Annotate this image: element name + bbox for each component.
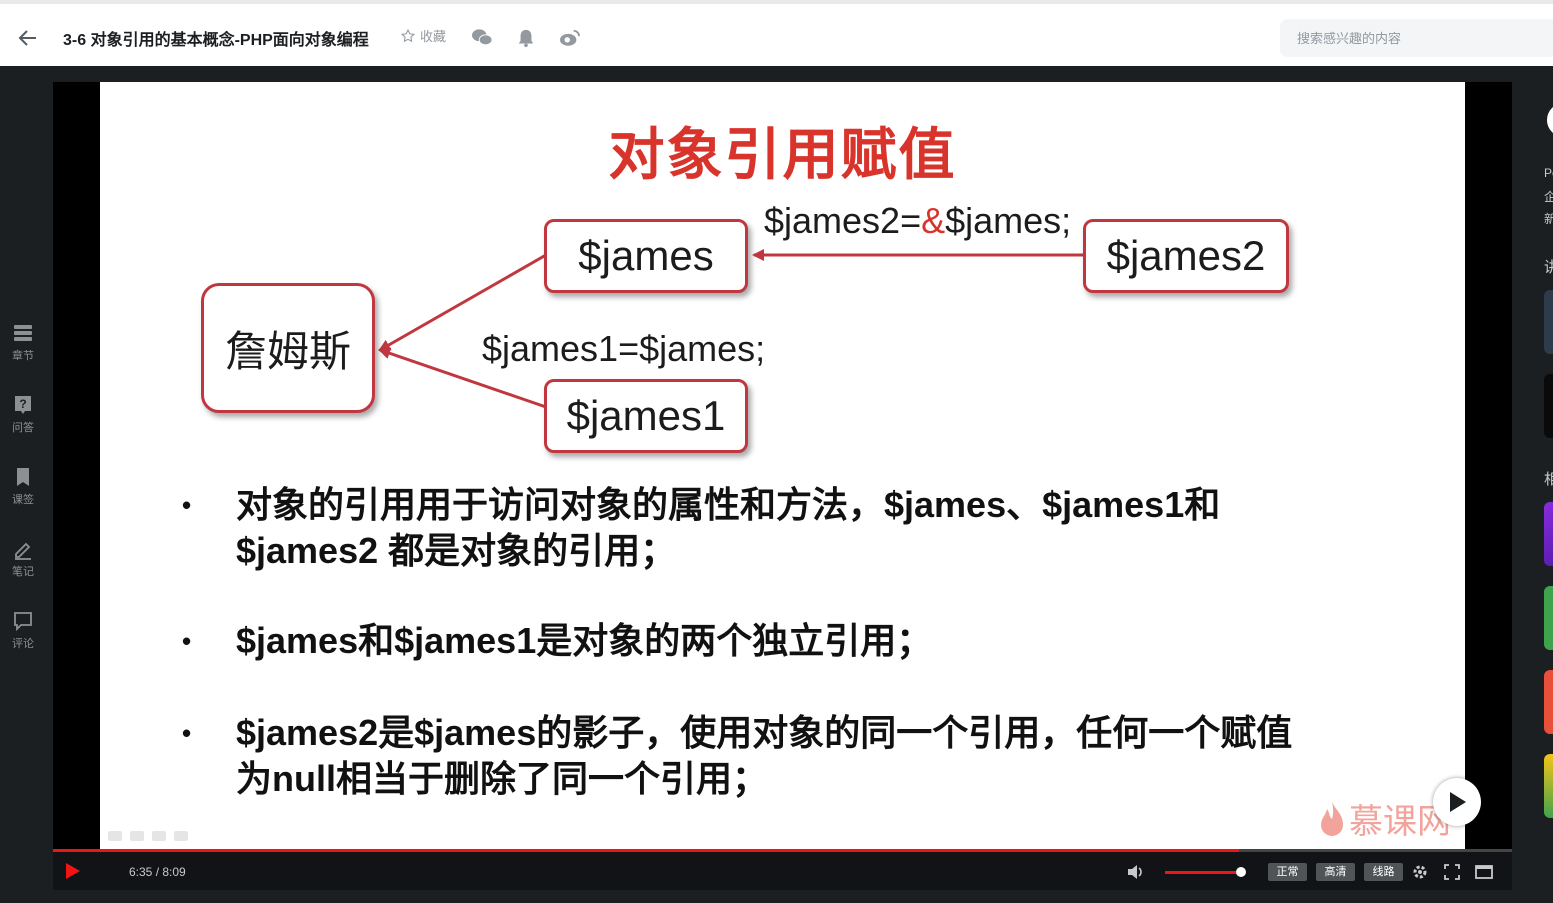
object-box: 詹姆斯 [201,283,375,413]
volume-icon[interactable] [1127,864,1145,880]
control-bar: 6:35 / 8:09 正常 高清 线路 [53,852,1512,890]
sidebar-item-label: 问答 [12,422,34,434]
right-panel-text: Pe [1544,166,1553,180]
wechat-icon[interactable] [471,28,493,48]
assign-by-reference-label: $james2=&$james; [764,200,1072,241]
ref-label: $james2 [1106,232,1266,279]
flame-icon [1321,800,1343,836]
sidebar-item-label: 课签 [12,494,34,506]
star-icon [400,28,416,42]
right-panel-heading: 讲 [1544,259,1553,276]
sidebar-item-qa[interactable]: ? 问答 [0,394,46,450]
course-thumbnail[interactable] [1544,670,1553,734]
ref-box-james: $james [544,219,748,293]
question-icon: ? [15,396,31,414]
bullet-item: • $james和$james1是对象的两个独立引用； [182,620,933,661]
svg-text:?: ? [19,397,26,411]
right-panel: Pe 企 新 讲 相 [1530,66,1553,903]
bullet-item: • $james2是$james的影子，使用对象的同一个引用，任何一个赋值 为nu… [182,712,1293,799]
volume-knob[interactable] [1236,867,1246,877]
fullscreen-icon[interactable] [1443,863,1461,881]
video-player[interactable]: 对象引用赋值 詹姆斯 $james $james1 $james2 $james… [53,82,1512,890]
ref-box-james2: $james2 [1083,219,1289,293]
route-button[interactable]: 线路 [1364,863,1403,881]
time-display: 6:35 / 8:09 [129,865,186,879]
ref-label: $james [578,232,714,279]
back-arrow-icon[interactable] [16,26,40,50]
slide-toolbar [108,831,188,841]
course-thumbnail[interactable] [1544,502,1553,566]
course-title: 3-6 对象引用的基本概念-PHP面向对象编程 [63,32,369,49]
sidebar-item-notes[interactable]: 笔记 [0,538,46,594]
object-label: 詹姆斯 [224,327,351,375]
sidebar-item-label: 笔记 [12,566,34,578]
big-play-button[interactable] [1433,778,1481,826]
sidebar-item-chapter[interactable]: 章节 [0,322,46,378]
ref-box-james1: $james1 [544,379,748,453]
comment-icon [14,612,32,632]
bookmark-icon [17,468,29,486]
right-panel-text: 企 [1544,190,1553,204]
top-bar: 3-6 对象引用的基本概念-PHP面向对象编程 收藏 [0,0,1553,66]
sidebar-item-label: 章节 [12,350,34,362]
favorite-label: 收藏 [420,29,447,44]
course-thumbnail[interactable] [1544,290,1553,354]
bell-icon[interactable] [515,28,537,48]
course-thumbnail[interactable] [1544,754,1553,818]
right-panel-heading: 相 [1544,471,1553,488]
pen-icon [15,542,31,560]
ref-label: $james1 [566,392,726,439]
widescreen-icon[interactable] [1475,863,1493,881]
sidebar-item-comments[interactable]: 评论 [0,610,46,666]
course-thumbnail[interactable] [1544,586,1553,650]
right-panel-text: 新 [1544,212,1553,226]
sidebar-item-tags[interactable]: 课签 [0,466,46,522]
volume-slider[interactable] [1165,867,1246,877]
assign-copy-label: $james1=$james; [482,328,766,369]
avatar[interactable] [1544,100,1553,140]
sidebar-item-label: 评论 [12,638,34,650]
play-icon [1450,792,1466,812]
quality-normal-button[interactable]: 正常 [1268,863,1307,881]
left-sidebar: 章节 ? 问答 课签 笔记 评论 [0,66,46,903]
imooc-watermark: 慕课网 [1319,794,1451,843]
volume-fill [1165,871,1241,874]
video-frame: 对象引用赋值 詹姆斯 $james $james1 $james2 $james… [100,82,1465,849]
course-thumbnail[interactable] [1544,374,1553,438]
bullet-item: • 对象的引用用于访问对象的属性和方法，$james、$james1和 $jame… [182,484,1221,571]
settings-gear-icon[interactable] [1411,863,1429,881]
play-icon[interactable] [65,862,81,880]
search-input[interactable] [1280,19,1553,57]
weibo-icon[interactable] [559,28,581,48]
quality-hd-button[interactable]: 高清 [1316,863,1355,881]
favorite-button[interactable]: 收藏 [400,26,446,45]
chapter-icon [14,325,32,341]
